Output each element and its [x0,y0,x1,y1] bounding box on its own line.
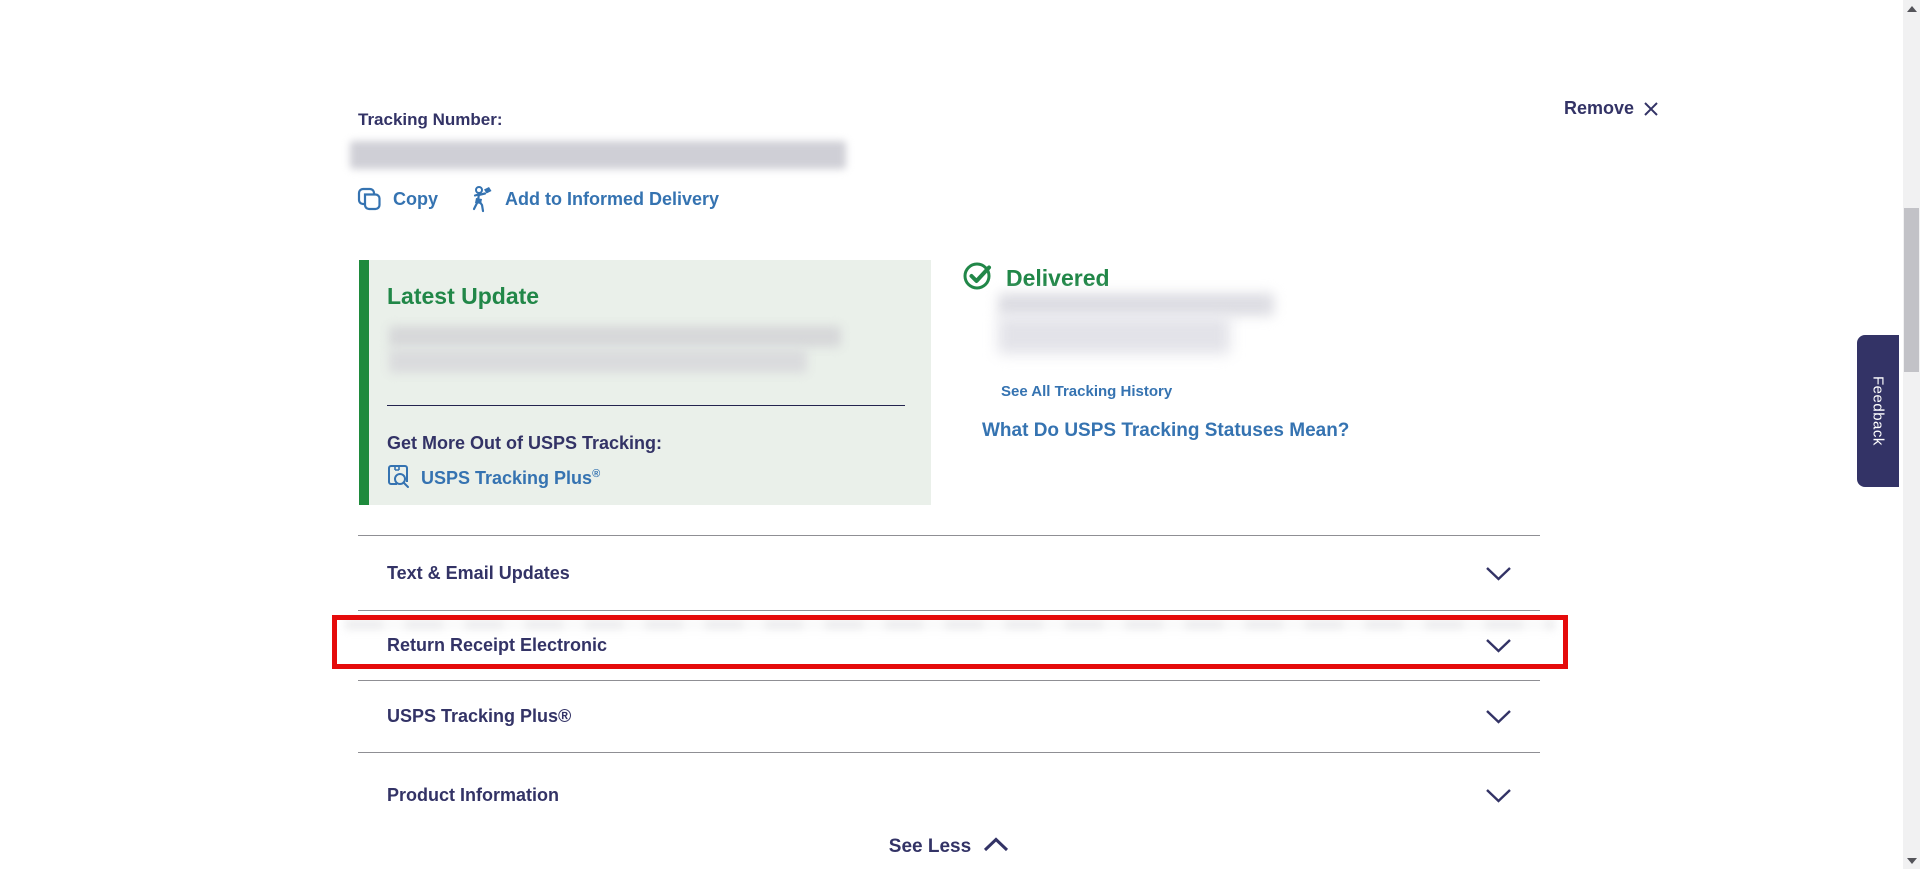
scrollbar[interactable] [1903,0,1920,869]
tracking-number-redacted [350,141,846,169]
tracking-statuses-meaning-link[interactable]: What Do USPS Tracking Statuses Mean? [982,420,1349,442]
chevron-up-icon [983,836,1009,858]
package-search-icon [387,463,411,494]
see-less-wrap: See Less [358,836,1540,858]
latest-update-redacted-line [389,349,807,373]
usps-tracking-plus-label: USPS Tracking Plus® [421,468,601,488]
scroll-up-icon[interactable] [1903,0,1920,17]
accordion-row-text-email-updates[interactable]: Text & Email Updates [358,535,1540,610]
tracking-promo-heading: Get More Out of USPS Tracking: [387,433,663,453]
delivery-details-redacted [998,293,1274,316]
latest-update-redacted-line [389,326,841,347]
see-less-button[interactable]: See Less [889,836,1009,858]
accordion-row-product-information[interactable]: Product Information [358,752,1540,838]
copy-button[interactable]: Copy [357,187,438,212]
see-all-tracking-history-link[interactable]: See All Tracking History [1001,383,1172,400]
chevron-down-icon [1485,788,1512,803]
chevron-down-icon [1485,566,1512,581]
scrollbar-thumb[interactable] [1904,208,1919,372]
delivery-status-title: Delivered [1006,264,1110,291]
feedback-label: Feedback [1869,376,1887,446]
accordion-label: USPS Tracking Plus® [387,706,572,726]
copy-label: Copy [393,188,438,209]
latest-update-title: Latest Update [387,283,540,309]
latest-update-accent-bar [359,260,369,505]
tracking-actions: Copy Add to Informed Delivery [357,185,719,213]
latest-update-divider [387,405,905,406]
close-icon [1643,101,1659,117]
accordion-row-return-receipt-electronic[interactable]: Return Receipt Electronic [358,610,1540,680]
latest-update-card: Latest Update Get More Out of USPS Track… [359,260,931,505]
usps-tracking-plus-link[interactable]: USPS Tracking Plus® [387,463,600,494]
add-to-informed-delivery-link[interactable]: Add to Informed Delivery [468,185,719,213]
informed-delivery-label: Add to Informed Delivery [505,188,720,209]
copy-icon [357,187,382,212]
delivery-details-redacted [998,316,1230,354]
accordion-label: Text & Email Updates [387,562,570,583]
usps-tracking-result-page: Remove Tracking Number: Copy Add to Info… [0,0,1920,869]
chevron-down-icon [1485,638,1512,653]
informed-delivery-carrier-icon [468,185,494,213]
see-less-label: See Less [888,836,972,857]
feedback-tab[interactable]: Feedback [1857,335,1899,487]
delivery-status: Delivered [963,260,1110,296]
remove-label: Remove [1564,98,1635,118]
remove-button[interactable]: Remove [1564,98,1659,119]
accordion-row-usps-tracking-plus[interactable]: USPS Tracking Plus® [358,680,1540,752]
scroll-down-icon[interactable] [1903,852,1920,869]
chevron-down-icon [1485,709,1512,724]
tracking-options-accordion: Text & Email Updates Return Receipt Elec… [358,535,1540,838]
accordion-label: Product Information [387,785,559,805]
tracking-number-label: Tracking Number: [358,110,503,129]
check-circle-icon [963,260,994,296]
accordion-label: Return Receipt Electronic [387,635,608,655]
